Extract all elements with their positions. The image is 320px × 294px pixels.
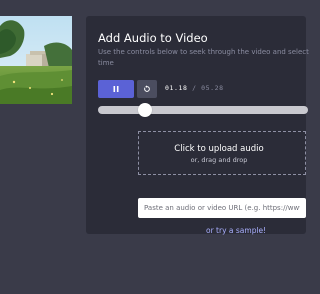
upload-sublabel: or, drag and drop [190,156,248,164]
description-line-2: time [98,59,114,67]
time-display: 01.18 / 05.28 [165,84,224,92]
audio-upload-dropzone[interactable]: Click to upload audio or, drag and drop [138,131,306,175]
panel-description: Use the controls below to seek through t… [98,47,309,69]
upload-label: Click to upload audio [174,144,264,154]
total-time: 05.28 [201,84,224,92]
current-time: 01.18 [165,84,188,92]
add-audio-panel: Add Audio to Video Use the controls belo… [86,16,309,235]
seek-slider[interactable] [98,103,308,117]
pause-button[interactable] [98,80,134,98]
try-sample-link[interactable]: or try a sample! [206,226,266,235]
audio-url-input[interactable] [138,198,306,218]
reset-button[interactable] [137,80,157,98]
description-line-1: Use the controls below to seek through t… [98,48,309,56]
video-frame-image [0,16,72,104]
seek-slider-handle[interactable] [137,103,152,117]
video-thumbnail [0,16,72,104]
panel-title: Add Audio to Video [98,31,208,45]
time-separator: / [192,84,197,92]
reset-icon [144,85,150,92]
pause-icon [113,86,119,92]
